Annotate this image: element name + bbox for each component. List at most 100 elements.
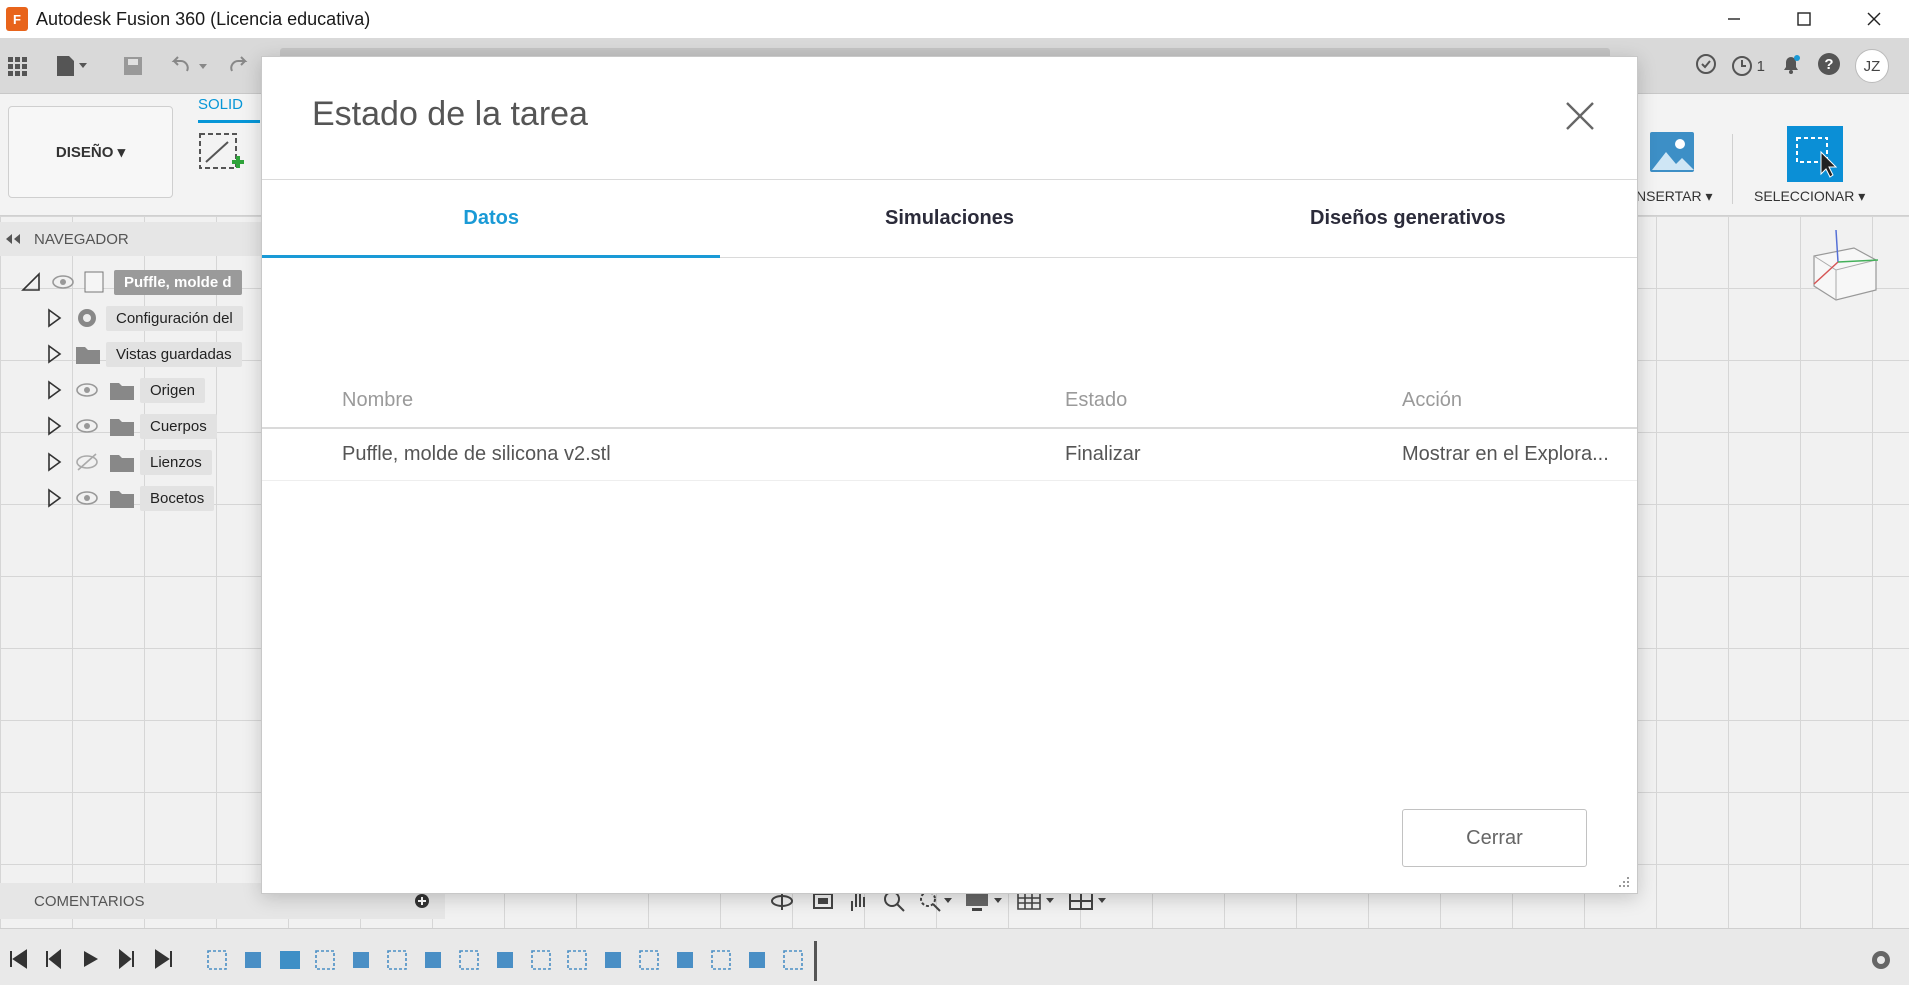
timeline-canvas-icon[interactable]	[278, 949, 302, 971]
job-status: Finalizar	[1065, 443, 1141, 465]
timeline-sketch-icon[interactable]	[710, 949, 734, 971]
expand-triangle-icon[interactable]	[46, 344, 62, 364]
timeline-extrude-icon[interactable]	[422, 949, 446, 971]
timeline-extrude-icon[interactable]	[674, 949, 698, 971]
component-icon	[84, 271, 104, 293]
insert-label[interactable]: NSERTAR ▾	[1636, 188, 1713, 205]
svg-text:?: ?	[1824, 56, 1833, 73]
collapse-triangle-icon[interactable]	[20, 271, 42, 293]
column-header-action[interactable]: Acción	[1402, 389, 1462, 412]
browser-root-label: Puffle, molde d	[114, 269, 242, 295]
browser-item-bodies[interactable]: Cuerpos	[46, 412, 217, 440]
tab-disenos-generativos[interactable]: Diseños generativos	[1179, 180, 1637, 257]
maximize-button[interactable]	[1769, 0, 1839, 38]
timeline-settings-gear-icon[interactable]	[1870, 949, 1892, 971]
redo-icon[interactable]	[226, 52, 252, 80]
timeline-sketch-icon[interactable]	[782, 949, 806, 971]
expand-triangle-icon[interactable]	[46, 380, 62, 400]
timeline-sketch-icon[interactable]	[638, 949, 662, 971]
save-icon[interactable]	[120, 52, 146, 80]
file-menu-icon[interactable]	[52, 52, 92, 80]
close-icon	[1566, 102, 1594, 130]
timeline-sketch-icon[interactable]	[530, 949, 554, 971]
go-to-start-icon[interactable]	[8, 949, 28, 969]
browser-item-origin[interactable]: Origen	[46, 376, 206, 404]
browser-item-label: Configuración del	[106, 305, 243, 331]
expand-triangle-icon[interactable]	[46, 308, 62, 328]
dialog-title: Estado de la tarea	[312, 95, 588, 133]
visibility-eye-icon[interactable]	[74, 415, 100, 437]
add-comment-icon[interactable]	[414, 893, 430, 909]
title-bar: F Autodesk Fusion 360 (Licencia educativ…	[0, 0, 1909, 38]
tab-solid[interactable]: SOLID	[198, 96, 243, 113]
visibility-hidden-icon[interactable]	[74, 451, 100, 473]
job-count: 1	[1756, 57, 1765, 75]
workspace-selector[interactable]: DISEÑO ▾	[8, 106, 173, 198]
user-avatar[interactable]: JZ	[1855, 49, 1889, 83]
expand-triangle-icon[interactable]	[46, 452, 62, 472]
timeline-extrude-icon[interactable]	[350, 949, 374, 971]
navigator-header[interactable]: NAVEGADOR	[0, 222, 262, 256]
table-header: Nombre Estado Acción	[262, 367, 1637, 429]
minimize-button[interactable]	[1699, 0, 1769, 38]
select-label[interactable]: SELECCIONAR ▾	[1754, 188, 1865, 205]
select-tool-icon[interactable]	[1787, 126, 1843, 187]
column-header-name[interactable]: Nombre	[342, 389, 413, 412]
step-forward-icon[interactable]	[116, 949, 136, 969]
timeline-sketch-icon[interactable]	[314, 949, 338, 971]
close-window-button[interactable]	[1839, 0, 1909, 38]
browser-root-row[interactable]: Puffle, molde d	[20, 268, 242, 296]
browser-item-label: Bocetos	[140, 485, 215, 511]
browser-item-settings[interactable]: Configuración del	[46, 304, 243, 332]
task-status-dialog: Estado de la tarea Datos Simulaciones Di…	[261, 56, 1638, 894]
timeline-sketch-icon[interactable]	[206, 949, 230, 971]
timeline-extrude-icon[interactable]	[242, 949, 266, 971]
browser-item-sketches[interactable]: Bocetos	[46, 484, 215, 512]
timeline-extrude-icon[interactable]	[746, 949, 770, 971]
visibility-eye-icon[interactable]	[74, 379, 100, 401]
close-dialog-button[interactable]: Cerrar	[1402, 809, 1587, 867]
browser-item-saved-views[interactable]: Vistas guardadas	[46, 340, 242, 368]
expand-triangle-icon[interactable]	[46, 488, 62, 508]
folder-icon	[110, 455, 134, 472]
browser-item-canvases[interactable]: Lienzos	[46, 448, 212, 476]
timeline-marker[interactable]	[814, 941, 817, 981]
tab-datos[interactable]: Datos	[262, 180, 721, 258]
play-icon[interactable]	[80, 949, 100, 969]
create-sketch-icon[interactable]	[198, 132, 246, 183]
folder-icon	[110, 491, 134, 508]
dialog-close-button[interactable]	[1563, 99, 1597, 133]
view-cube[interactable]	[1800, 226, 1880, 321]
close-icon	[1867, 12, 1881, 26]
timeline-extrude-icon[interactable]	[602, 949, 626, 971]
app-grid-icon[interactable]	[4, 52, 30, 80]
online-status-icon[interactable]	[1695, 53, 1717, 80]
go-to-end-icon[interactable]	[154, 949, 174, 969]
browser-item-label: Vistas guardadas	[106, 341, 242, 367]
job-file-name: Puffle, molde de silicona v2.stl	[342, 443, 611, 465]
folder-icon	[110, 383, 134, 400]
column-header-status[interactable]: Estado	[1065, 389, 1127, 412]
job-status[interactable]: 1	[1731, 55, 1765, 77]
collapse-navigator-icon[interactable]	[4, 232, 22, 246]
visibility-eye-icon[interactable]	[50, 271, 76, 293]
maximize-icon	[1797, 12, 1811, 26]
timeline-sketch-icon[interactable]	[458, 949, 482, 971]
folder-icon	[110, 419, 134, 436]
insert-image-icon[interactable]	[1648, 130, 1696, 179]
undo-icon[interactable]	[166, 52, 212, 80]
table-row[interactable]: Puffle, molde de silicona v2.stl Finaliz…	[262, 429, 1637, 481]
timeline-sketch-icon[interactable]	[386, 949, 410, 971]
notifications-icon[interactable]	[1779, 52, 1803, 81]
folder-icon	[76, 347, 100, 364]
timeline-sketch-icon[interactable]	[566, 949, 590, 971]
step-back-icon[interactable]	[44, 949, 64, 969]
show-in-explorer-link[interactable]: Mostrar en el Explora...	[1402, 443, 1609, 466]
timeline-extrude-icon[interactable]	[494, 949, 518, 971]
resize-grip-icon[interactable]	[1617, 875, 1631, 889]
visibility-eye-icon[interactable]	[74, 487, 100, 509]
expand-triangle-icon[interactable]	[46, 416, 62, 436]
help-icon[interactable]: ?	[1817, 52, 1841, 81]
tab-simulaciones[interactable]: Simulaciones	[720, 180, 1178, 257]
comments-label: COMENTARIOS	[34, 892, 145, 910]
